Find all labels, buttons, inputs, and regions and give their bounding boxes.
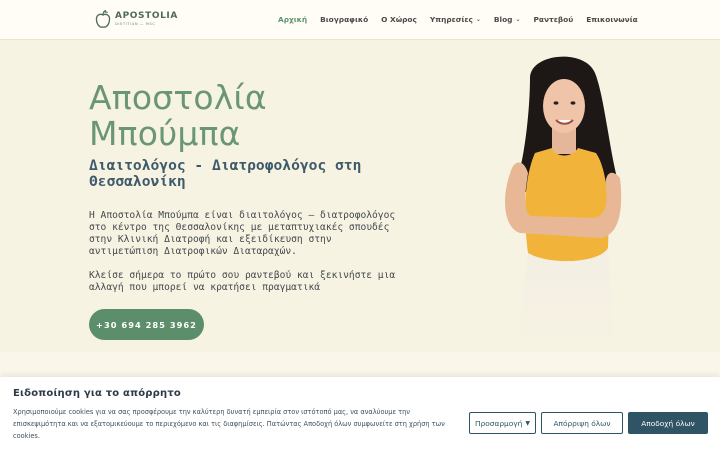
hero-title-line1: Αποστολία (89, 78, 267, 117)
section-divider (0, 352, 720, 380)
chevron-down-icon: ⌄ (475, 16, 481, 23)
portrait-image (490, 48, 640, 348)
hero-title-line2: Μπούμπα (89, 114, 241, 153)
nav-item-label: Υπηρεσίες (429, 15, 473, 24)
site-logo[interactable]: APOSTOLIA DIETITIAN — MSC (95, 9, 178, 29)
nav-item-appointment[interactable]: Ραντεβού (534, 15, 574, 24)
cookie-accept-button[interactable]: Αποδοχή όλων (628, 412, 708, 434)
caret-down-icon: ▼ (525, 419, 530, 427)
cookie-customize-button[interactable]: Προσαρμογή ▼ (469, 412, 536, 434)
cookie-text: Χρησιμοποιούμε cookies για να σας προσφέ… (13, 408, 445, 440)
site-header: APOSTOLIA DIETITIAN — MSC Αρχική Βιογραφ… (0, 0, 720, 40)
nav-item-label: Αρχική (278, 15, 308, 24)
logo-tagline: DIETITIAN — MSC (115, 21, 156, 26)
nav-item-home[interactable]: Αρχική (278, 15, 307, 24)
nav-item-label: Ο Χώρος (381, 15, 417, 24)
logo-name: APOSTOLIA (115, 10, 178, 21)
logo-text: APOSTOLIA DIETITIAN — MSC (115, 10, 178, 27)
hero-title: Αποστολία Μπούμπα (89, 80, 267, 152)
nav-item-label: Blog (493, 15, 513, 24)
nav-item-bio[interactable]: Βιογραφικό (320, 15, 368, 24)
nav-item-label: Βιογραφικό (320, 15, 369, 24)
nav-item-contact[interactable]: Επικοινωνία (586, 15, 637, 24)
hero-subtitle: Διαιτολόγος - Διατροφολόγος στη Θεσσαλον… (89, 158, 361, 190)
cookie-reject-button[interactable]: Απόρριψη όλων (541, 412, 623, 434)
phone-call-button[interactable]: +30 694 285 3962 (89, 309, 204, 340)
chevron-down-icon: ⌄ (515, 16, 521, 23)
apple-leaf-icon (95, 9, 111, 28)
cookie-banner: Ειδοποίηση για το απόρρητο Χρησιμοποιούμ… (0, 377, 720, 450)
nav-item-label: Επικοινωνία (586, 15, 638, 24)
nav-item-label: Ραντεβού (533, 15, 574, 24)
nav-item-space[interactable]: Ο Χώρος (381, 15, 417, 24)
hero-description: Η Αποστολία Μπούμπα είναι διαιτολόγος – … (89, 210, 396, 257)
hero-cta-text: Κλείσε σήμερα το πρώτο σου ραντεβού και … (89, 270, 396, 293)
hero-subtitle-line1: Διαιτολόγος - Διατροφολόγος στη (89, 157, 362, 174)
nav-item-services[interactable]: Υπηρεσίες ⌄ (430, 15, 481, 24)
main-nav: Αρχική Βιογραφικό Ο Χώρος Υπηρεσίες ⌄ Bl… (278, 15, 638, 24)
cookie-customize-label: Προσαρμογή (475, 418, 523, 428)
cookie-title: Ειδοποίηση για το απόρρητο (13, 388, 181, 399)
hero-subtitle-line2: Θεσσαλονίκη (89, 173, 186, 190)
nav-item-blog[interactable]: Blog ⌄ (494, 15, 521, 24)
